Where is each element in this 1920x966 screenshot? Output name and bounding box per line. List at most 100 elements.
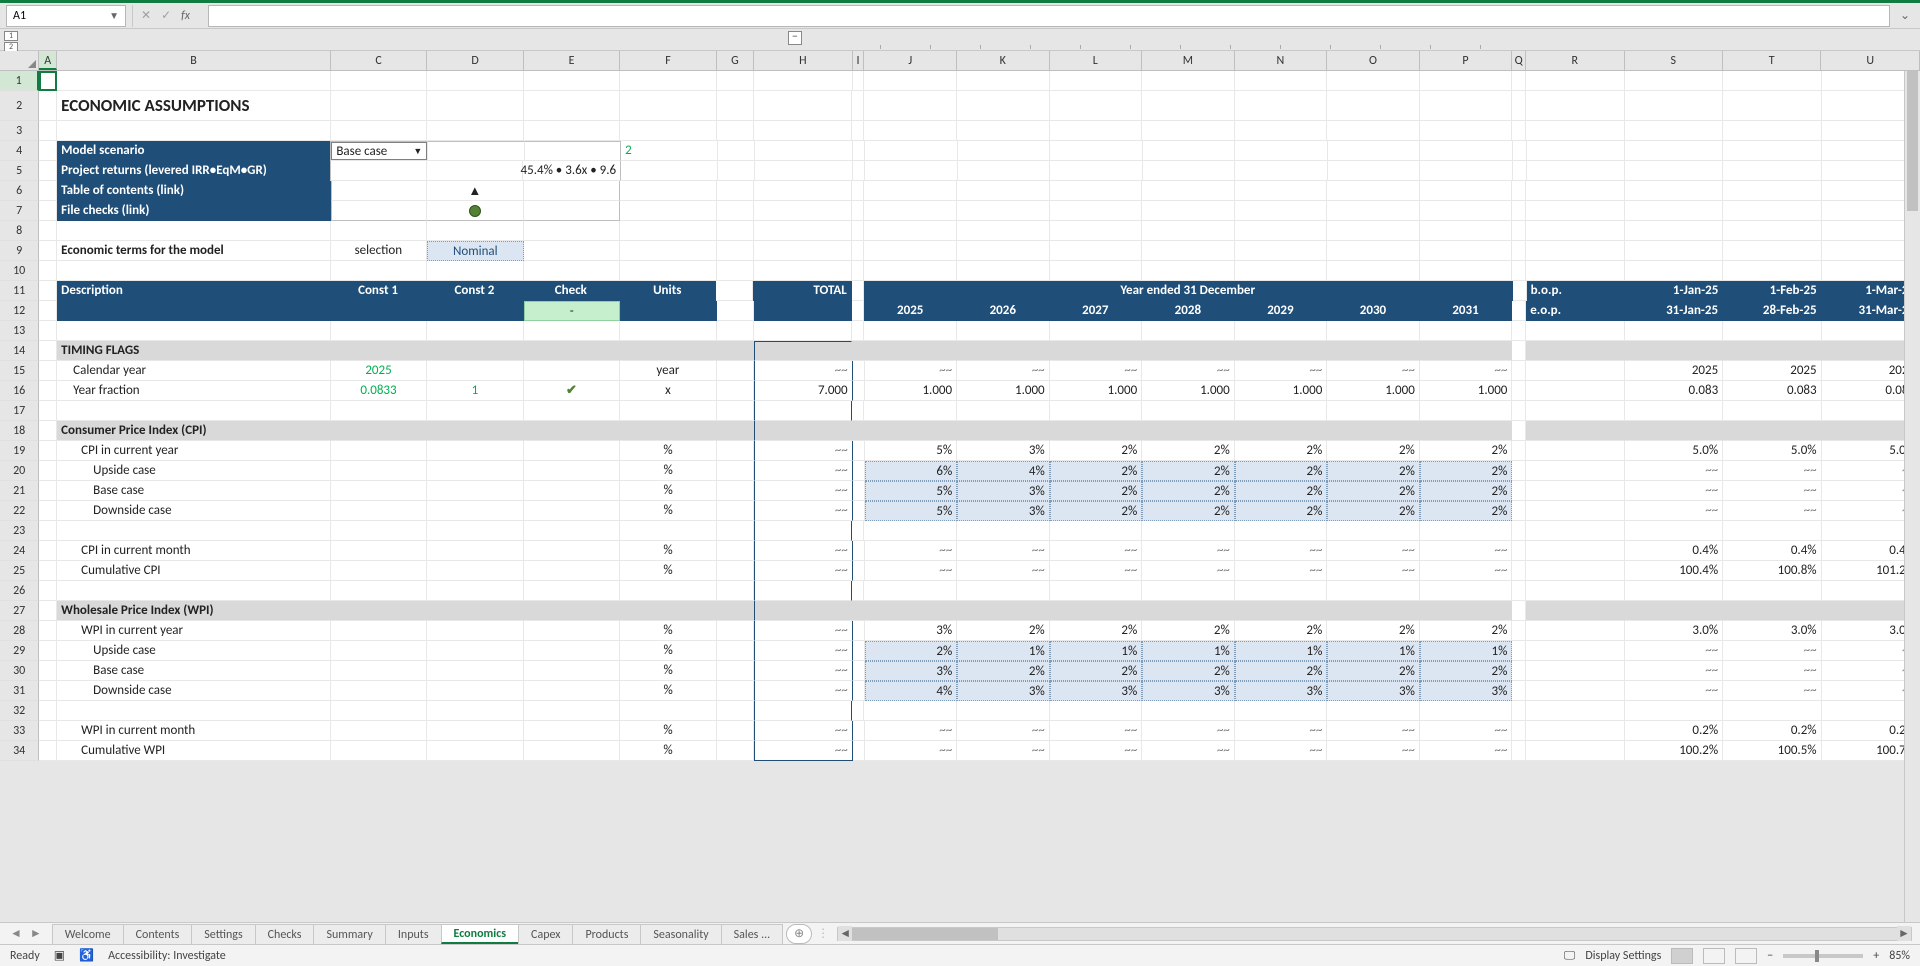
cell-T15[interactable]: 2025 — [1723, 361, 1821, 381]
cell-O20[interactable]: 2% — [1327, 461, 1420, 481]
cell-L17[interactable] — [1050, 401, 1143, 421]
cell-I19[interactable] — [853, 441, 865, 461]
cell-O28[interactable]: 2% — [1327, 621, 1420, 641]
cell-C7[interactable] — [331, 201, 428, 221]
cell-I25[interactable] — [853, 561, 865, 581]
cell-S33[interactable]: 0.2% — [1625, 721, 1723, 741]
cell-L12[interactable]: 2027 — [1050, 301, 1143, 321]
cell-J27[interactable] — [864, 601, 957, 621]
cell-G2[interactable] — [717, 91, 755, 121]
cell-D30[interactable] — [427, 661, 523, 681]
cell-F32[interactable] — [620, 701, 716, 721]
cell-O19[interactable]: 2% — [1327, 441, 1420, 461]
cell-H26[interactable] — [754, 581, 852, 601]
cell-G25[interactable] — [717, 561, 755, 581]
cell-H6[interactable] — [754, 181, 852, 201]
cell-B33[interactable]: WPI in current month — [57, 721, 331, 741]
cell-P23[interactable] — [1420, 521, 1513, 541]
cell-O22[interactable]: 2% — [1327, 501, 1420, 521]
cell-H15[interactable]: ~~ — [754, 361, 852, 381]
cell-J25[interactable]: ~~ — [865, 561, 958, 581]
cell-I7[interactable] — [852, 201, 864, 221]
cell-O23[interactable] — [1327, 521, 1420, 541]
col-F[interactable]: F — [620, 51, 716, 70]
cell-H29[interactable]: ~~ — [754, 641, 852, 661]
cell-L24[interactable]: ~~ — [1050, 541, 1143, 561]
cell-O9[interactable] — [1327, 241, 1420, 261]
cell-K12[interactable]: 2026 — [957, 301, 1050, 321]
horizontal-scrollbar[interactable]: ◄ ► — [837, 927, 1912, 941]
cell-I31[interactable] — [853, 681, 865, 701]
cell-Q13[interactable] — [1512, 321, 1526, 341]
cell-N14[interactable] — [1235, 341, 1328, 361]
cell-Q3[interactable] — [1512, 121, 1526, 141]
cell-I15[interactable] — [853, 361, 865, 381]
cell-K19[interactable]: 3% — [957, 441, 1050, 461]
row-header[interactable]: 18 — [0, 421, 39, 441]
cell-S5[interactable] — [1625, 161, 1723, 181]
cell-C18[interactable] — [331, 421, 427, 441]
cell-H22[interactable]: ~~ — [754, 501, 852, 521]
cell-O10[interactable] — [1327, 261, 1420, 281]
cell-K17[interactable] — [957, 401, 1050, 421]
cell-F23[interactable] — [620, 521, 716, 541]
cell-C15[interactable]: 2025 — [331, 361, 427, 381]
cell-G21[interactable] — [717, 481, 755, 501]
cell-E11[interactable]: Check — [523, 281, 619, 301]
cell-O2[interactable] — [1327, 91, 1420, 121]
cell-D4[interactable] — [428, 141, 524, 161]
cell-D6[interactable]: ▲ — [427, 181, 523, 201]
cell-N34[interactable]: ~~ — [1235, 741, 1328, 761]
cell-C22[interactable] — [331, 501, 427, 521]
cell-A22[interactable] — [39, 501, 57, 521]
cell-D23[interactable] — [427, 521, 523, 541]
cell-I24[interactable] — [853, 541, 865, 561]
cell-R5[interactable] — [1527, 161, 1625, 181]
cell-P12[interactable]: 2031 — [1420, 301, 1513, 321]
cell-C32[interactable] — [331, 701, 427, 721]
cell-M33[interactable]: ~~ — [1142, 721, 1235, 741]
cell-C4[interactable]: Base case▼ — [330, 141, 428, 161]
cell-B3[interactable] — [57, 121, 330, 141]
cell-A16[interactable] — [39, 381, 57, 401]
cell-M8[interactable] — [1142, 221, 1235, 241]
cell-G30[interactable] — [717, 661, 755, 681]
cell-B26[interactable] — [57, 581, 330, 601]
cell-M10[interactable] — [1142, 261, 1235, 281]
cell-K6[interactable] — [957, 181, 1050, 201]
cell-S8[interactable] — [1625, 221, 1723, 241]
cell-T26[interactable] — [1723, 581, 1821, 601]
cell-F31[interactable]: % — [620, 681, 716, 701]
cell-C11[interactable]: Const 1 — [330, 281, 426, 301]
cell-P1[interactable] — [1420, 71, 1513, 91]
cell-Q25[interactable] — [1512, 561, 1526, 581]
cell-J32[interactable] — [864, 701, 957, 721]
cell-D14[interactable] — [427, 341, 523, 361]
cell-R11[interactable]: b.o.p. — [1527, 281, 1625, 301]
cell-J19[interactable]: 5% — [865, 441, 958, 461]
cancel-icon[interactable]: ✕ — [141, 8, 151, 23]
cell-P31[interactable]: 3% — [1420, 681, 1513, 701]
cell-J1[interactable] — [864, 71, 957, 91]
cell-O16[interactable]: 1.000 — [1327, 381, 1420, 401]
cell-I9[interactable] — [852, 241, 864, 261]
cell-A2[interactable] — [39, 91, 57, 121]
cell-O24[interactable]: ~~ — [1327, 541, 1420, 561]
cell-F10[interactable] — [620, 261, 716, 281]
cell-O6[interactable] — [1327, 181, 1420, 201]
cell-J33[interactable]: ~~ — [865, 721, 958, 741]
cell-D1[interactable] — [427, 71, 523, 91]
cell-C1[interactable] — [331, 71, 427, 91]
cell-L23[interactable] — [1050, 521, 1143, 541]
cell-R32[interactable] — [1526, 701, 1624, 721]
cell-A24[interactable] — [39, 541, 57, 561]
cell-S18[interactable] — [1625, 421, 1723, 441]
cell-D11[interactable]: Const 2 — [427, 281, 523, 301]
cell-P6[interactable] — [1420, 181, 1513, 201]
cell-P16[interactable]: 1.000 — [1420, 381, 1513, 401]
cell-R9[interactable] — [1526, 241, 1624, 261]
cell-H5[interactable] — [755, 161, 853, 181]
cell-C8[interactable] — [331, 221, 427, 241]
cell-C24[interactable] — [331, 541, 427, 561]
cell-B4[interactable]: Model scenario — [57, 141, 330, 161]
